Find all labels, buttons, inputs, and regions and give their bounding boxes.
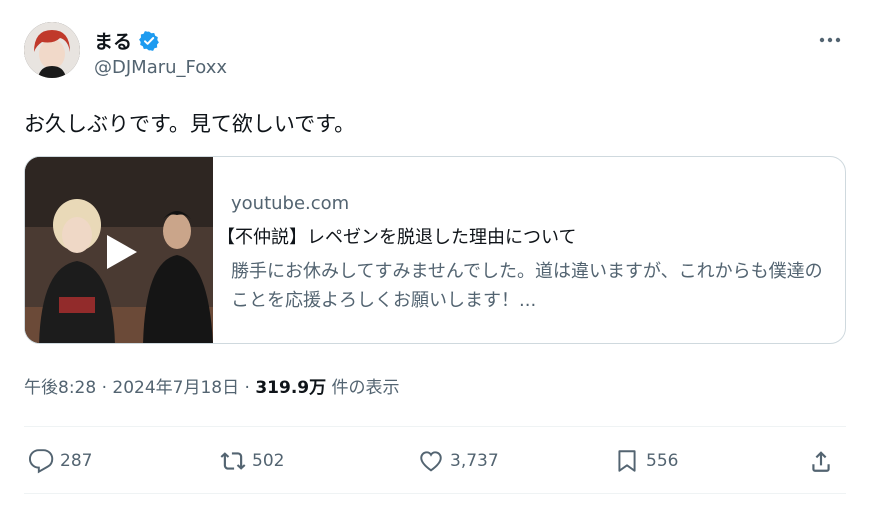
author-name-row[interactable]: まる bbox=[94, 27, 160, 54]
video-thumbnail-image bbox=[25, 157, 213, 343]
action-bar: 287 502 3,737 556 bbox=[24, 444, 846, 478]
meta-separator: · bbox=[244, 378, 250, 398]
bookmark-count: 556 bbox=[646, 451, 679, 471]
author-handle[interactable]: @DJMaru_Foxx bbox=[94, 57, 227, 78]
tweet-meta: 午後8:28 · 2024年7月18日 · 319.9万 件の表示 bbox=[24, 373, 400, 398]
retweet-icon bbox=[220, 452, 246, 470]
divider bbox=[24, 426, 846, 427]
card-body[interactable]: youtube.com 【不仲説】レペゼンを脱退した理由について 勝手にお休みし… bbox=[213, 157, 845, 343]
tweet-date[interactable]: 2024年7月18日 bbox=[112, 378, 239, 398]
share-icon bbox=[812, 451, 830, 472]
bookmark-button[interactable]: 556 bbox=[614, 444, 678, 478]
share-button[interactable] bbox=[808, 444, 834, 478]
tweet-text: お久しぶりです。見て欲しいです。 bbox=[24, 112, 356, 136]
reply-icon bbox=[28, 449, 54, 474]
retweet-count: 502 bbox=[252, 451, 285, 471]
link-card[interactable]: youtube.com 【不仲説】レペゼンを脱退した理由について 勝手にお休みし… bbox=[24, 156, 846, 344]
reply-count: 287 bbox=[60, 451, 93, 471]
bookmark-icon bbox=[618, 450, 636, 472]
avatar[interactable] bbox=[24, 22, 80, 78]
like-button[interactable]: 3,737 bbox=[418, 444, 499, 478]
divider bbox=[24, 493, 846, 494]
reply-button[interactable]: 287 bbox=[28, 444, 92, 478]
more-icon bbox=[819, 37, 841, 43]
avatar-image bbox=[24, 22, 80, 78]
retweet-button[interactable]: 502 bbox=[220, 444, 284, 478]
card-domain: youtube.com bbox=[231, 193, 350, 214]
more-options-button[interactable] bbox=[818, 28, 842, 52]
tweet-time[interactable]: 午後8:28 bbox=[24, 378, 96, 398]
card-description: 勝手にお休みしてすみませんでした。道は違いますが、これからも僕達のことを応援よろ… bbox=[231, 261, 823, 311]
meta-separator: · bbox=[101, 378, 107, 398]
display-name[interactable]: まる bbox=[94, 27, 132, 54]
card-thumbnail[interactable] bbox=[25, 157, 213, 343]
heart-icon bbox=[420, 451, 442, 472]
view-label: 件の表示 bbox=[331, 378, 400, 398]
card-title: 【不仲説】レペゼンを脱退した理由について bbox=[217, 227, 577, 248]
view-count: 319.9万 bbox=[255, 378, 327, 398]
verified-badge-icon bbox=[138, 30, 160, 52]
like-count: 3,737 bbox=[450, 451, 499, 471]
